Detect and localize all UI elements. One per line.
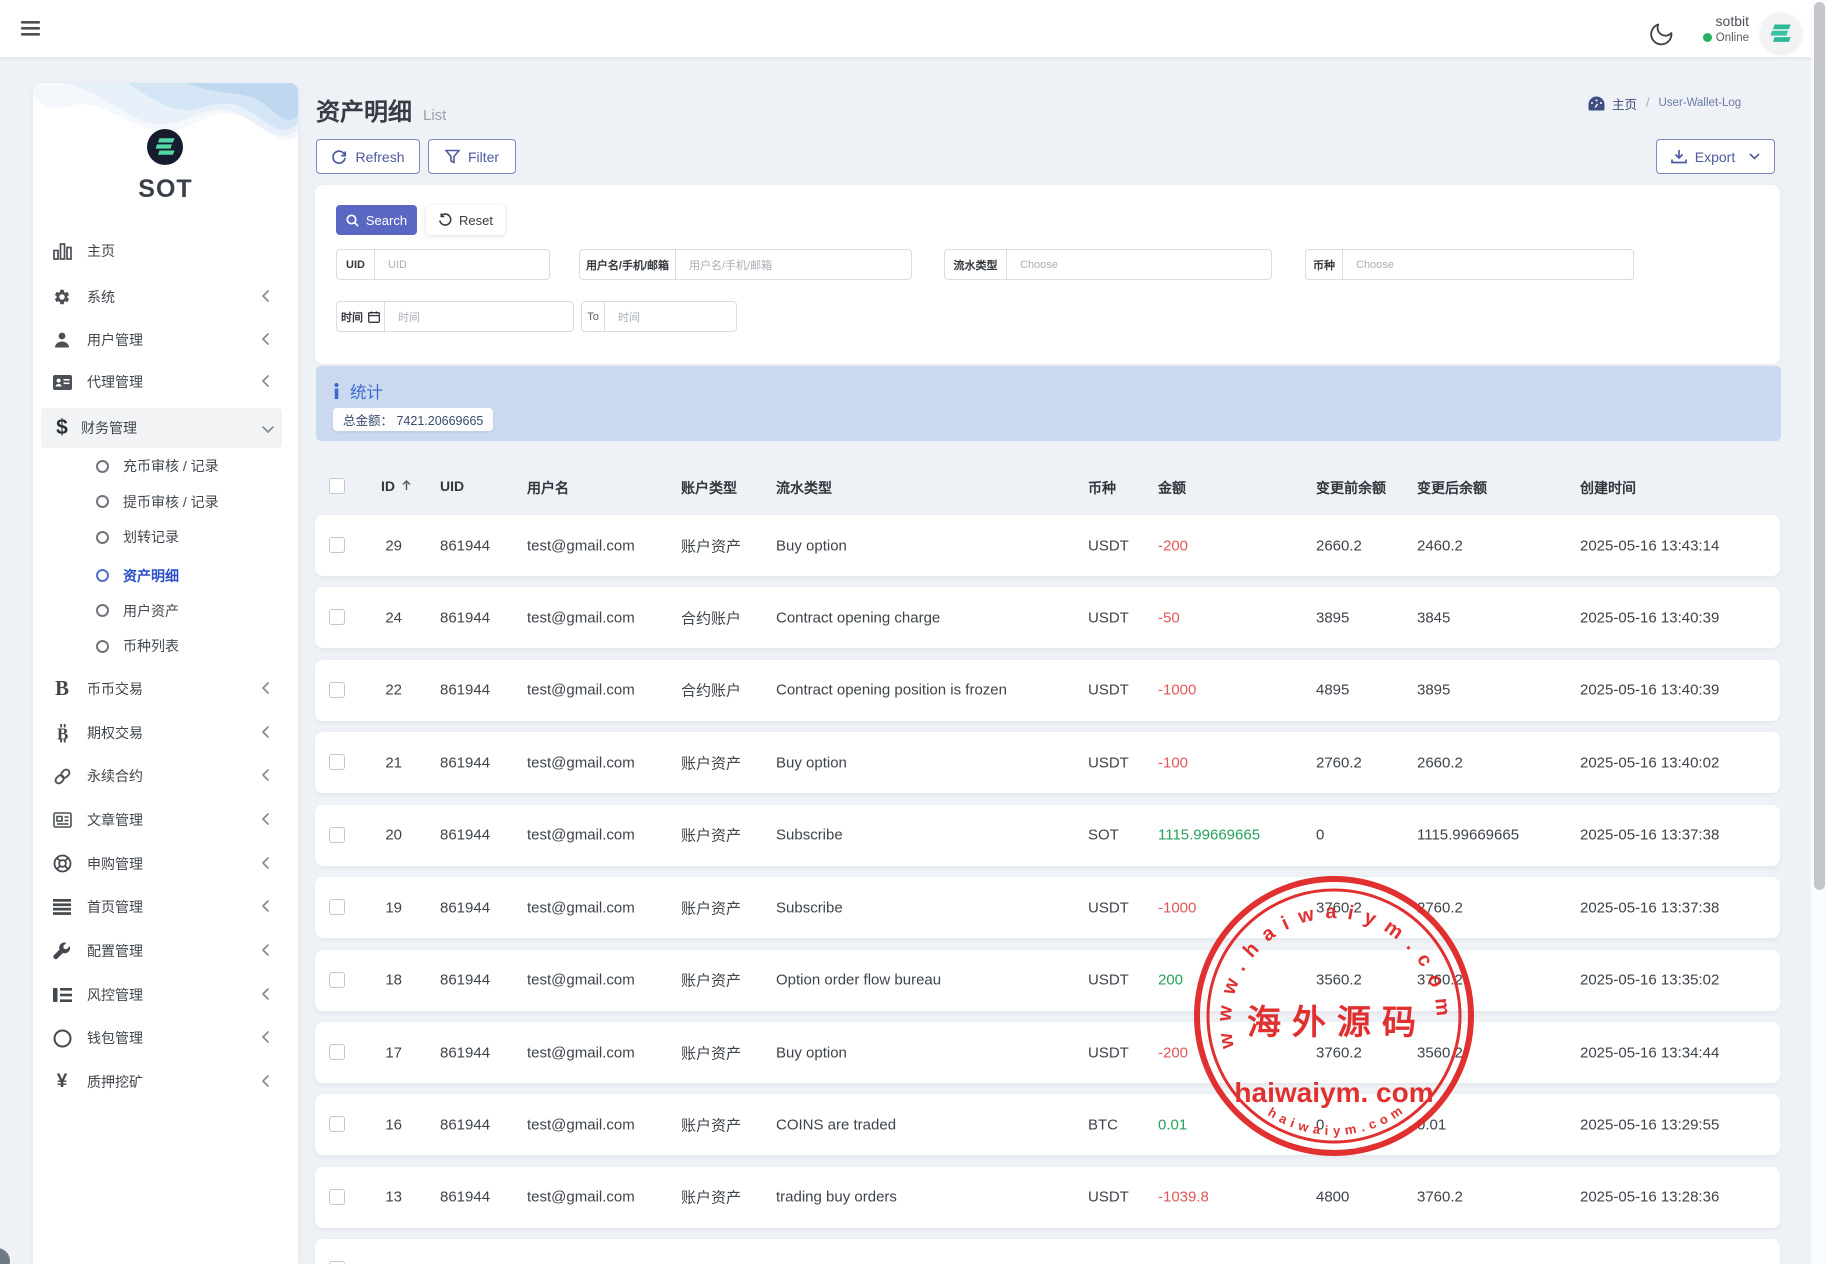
svg-text:B: B [57, 724, 68, 743]
svg-text:海外源码: 海外源码 [1247, 1004, 1427, 1042]
svg-text:haiwaiym. com: haiwaiym. com [1234, 1077, 1433, 1108]
